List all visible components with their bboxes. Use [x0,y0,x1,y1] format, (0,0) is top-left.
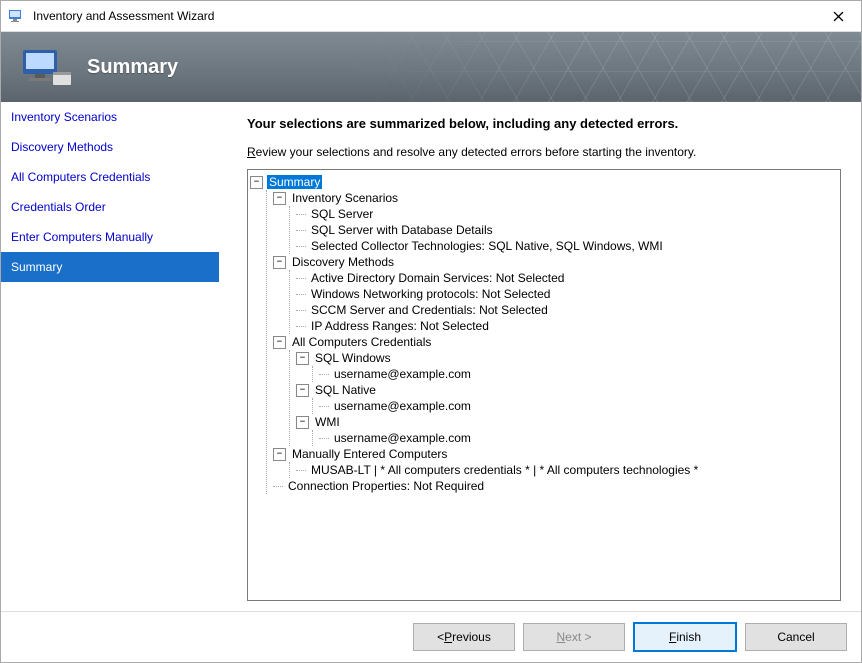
banner-title: Summary [87,56,178,79]
tree-leaf[interactable]: IP Address Ranges: Not Selected [296,318,838,334]
expand-icon[interactable] [296,352,309,365]
sidebar-item-inventory-scenarios[interactable]: Inventory Scenarios [1,102,219,132]
tree-leaf[interactable]: SQL Server [296,206,838,222]
sidebar-item-all-computers-creds[interactable]: All Computers Credentials [1,162,219,192]
tree-root[interactable]: Summary Inventory Scenarios SQL Server S… [250,174,838,494]
tree-node-label[interactable]: Discovery Methods [290,255,396,269]
sidebar-item-enter-manually[interactable]: Enter Computers Manually [1,222,219,252]
tree-cred-group[interactable]: WMI username@example.com [296,414,838,446]
summary-tree[interactable]: Summary Inventory Scenarios SQL Server S… [247,169,841,601]
expand-icon[interactable] [250,176,263,189]
tree-leaf[interactable]: Selected Collector Technologies: SQL Nat… [296,238,838,254]
tree-manual-computers[interactable]: Manually Entered Computers MUSAB-LT | * … [273,446,838,478]
tree-leaf[interactable]: Active Directory Domain Services: Not Se… [296,270,838,286]
tree-node-label[interactable]: Manually Entered Computers [290,447,449,461]
page-instruction: Review your selections and resolve any d… [247,145,841,159]
cancel-button[interactable]: Cancel [745,623,847,651]
tree-leaf[interactable]: SQL Server with Database Details [296,222,838,238]
wizard-window: Inventory and Assessment Wizard Summary … [0,0,862,663]
tree-inventory-scenarios[interactable]: Inventory Scenarios SQL Server SQL Serve… [273,190,838,254]
tree-node-label[interactable]: SQL Windows [313,351,393,365]
tree-node-label[interactable]: All Computers Credentials [290,335,433,349]
instruction-hotkey: R [247,145,256,159]
tree-cred-group[interactable]: SQL Windows username@example.com [296,350,838,382]
page-heading: Your selections are summarized below, in… [247,116,841,131]
content-pane: Your selections are summarized below, in… [219,102,861,611]
app-icon [7,6,27,26]
expand-icon[interactable] [273,336,286,349]
tree-leaf[interactable]: Windows Networking protocols: Not Select… [296,286,838,302]
previous-button[interactable]: < Previous [413,623,515,651]
titlebar: Inventory and Assessment Wizard [1,1,861,32]
tree-connection-properties[interactable]: Connection Properties: Not Required [273,478,838,494]
tree-node-label[interactable]: WMI [313,415,342,429]
expand-icon[interactable] [273,256,286,269]
banner-icon [17,42,77,92]
expand-icon[interactable] [273,448,286,461]
close-button[interactable] [815,1,861,31]
tree-leaf[interactable]: SCCM Server and Credentials: Not Selecte… [296,302,838,318]
tree-node-label[interactable]: Inventory Scenarios [290,191,400,205]
sidebar-item-discovery-methods[interactable]: Discovery Methods [1,132,219,162]
tree-leaf[interactable]: username@example.com [319,366,838,382]
tree-all-creds[interactable]: All Computers Credentials SQL Windows us… [273,334,838,446]
expand-icon[interactable] [296,384,309,397]
sidebar-item-summary[interactable]: Summary [1,252,219,282]
tree-leaf[interactable]: username@example.com [319,398,838,414]
instruction-text: eview your selections and resolve any de… [256,145,697,159]
banner-pattern [345,32,861,102]
tree-root-label[interactable]: Summary [267,175,322,189]
tree-leaf[interactable]: username@example.com [319,430,838,446]
sidebar: Inventory Scenarios Discovery Methods Al… [1,102,219,611]
finish-button[interactable]: Finish [633,622,737,652]
banner: Summary [1,32,861,102]
expand-icon[interactable] [296,416,309,429]
wizard-body: Inventory Scenarios Discovery Methods Al… [1,102,861,611]
tree-cred-group[interactable]: SQL Native username@example.com [296,382,838,414]
next-button: Next > [523,623,625,651]
expand-icon[interactable] [273,192,286,205]
sidebar-item-credentials-order[interactable]: Credentials Order [1,192,219,222]
tree-leaf[interactable]: MUSAB-LT | * All computers credentials *… [296,462,838,478]
window-title: Inventory and Assessment Wizard [33,9,815,23]
close-icon [833,11,844,22]
tree-node-label[interactable]: SQL Native [313,383,378,397]
tree-discovery-methods[interactable]: Discovery Methods Active Directory Domai… [273,254,838,334]
footer: < Previous Next > Finish Cancel [1,611,861,662]
